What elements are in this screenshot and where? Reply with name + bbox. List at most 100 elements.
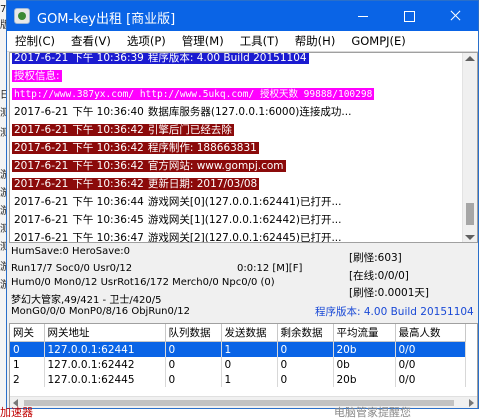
log-line: 2017-6-21 下午 10:36:45 游戏网关[1](127.0.0.1:62… <box>12 211 465 229</box>
log-timestamp: 2017-6-21 <box>14 196 69 208</box>
log-line: 2017-6-21 下午 10:36:42 程序制作: 188663831 <box>12 139 465 157</box>
log-line: 2017-6-21 下午 10:36:42 官方网站: www.gompj.com <box>12 157 465 175</box>
table-row[interactable]: 1 127.0.0.1:62442 0 0 0 0b 0/0 <box>10 357 466 372</box>
col-remaining[interactable]: 剩余数据 <box>277 324 334 342</box>
table-cell: 1 <box>10 357 45 372</box>
log-time: 下午 10:36:42 <box>72 178 144 190</box>
table-cell: 20b <box>333 372 396 387</box>
log-timestamp: 2017-6-21 <box>14 178 69 190</box>
title-bar[interactable]: GOM-key出租 [商业版] <box>7 1 478 31</box>
grid-header-row: 网关 网关地址 队列数据 发送数据 剩余数据 平均流量 最高人数 <box>10 324 466 342</box>
status-manager: 梦幻大管家,49/421 - 卫士/420/5 <box>11 295 162 306</box>
table-row[interactable]: 2 127.0.0.1:62445 0 1 0 20b 0/0 <box>10 372 466 387</box>
log-message: 官方网站: www.gompj.com <box>147 160 284 172</box>
log-message: http://www.387yx.com/ http://www.5ukq.co… <box>14 89 373 100</box>
log-timestamp: 2017-6-21 <box>14 214 69 226</box>
menu-manage[interactable]: 管理(M) <box>174 31 232 51</box>
table-cell: 2 <box>10 372 45 387</box>
scroll-right-icon[interactable] <box>469 399 474 407</box>
log-line-content: 2017-6-21 下午 10:36:39 程序版本: 4.00 Build 201… <box>12 52 309 64</box>
table-cell: 0 <box>277 372 334 387</box>
log-time: 下午 10:36:45 <box>72 214 144 226</box>
status-run: Run17/7 Soc0/0 Usr0/12 <box>11 263 133 274</box>
log-line-content: 2017-6-21 下午 10:36:42 官方网站: www.gompj.com <box>12 160 286 172</box>
log-line: 2017-6-21 下午 10:36:42 更新日期: 2017/03/08 <box>12 175 465 193</box>
table-cell: 0 <box>165 372 222 387</box>
menu-tools[interactable]: 工具(T) <box>232 31 287 51</box>
log-time: 下午 10:36:44 <box>72 196 144 208</box>
window-title: GOM-key出租 [商业版] <box>37 12 176 27</box>
log-time: 下午 10:36:47 <box>72 232 144 243</box>
menu-control[interactable]: 控制(C) <box>7 31 63 51</box>
table-cell: 0/0 <box>395 341 466 357</box>
log-line: http://www.387yx.com/ http://www.5ukq.co… <box>12 85 465 103</box>
log-scroll-thumb[interactable] <box>466 203 474 225</box>
table-cell: 127.0.0.1:62445 <box>44 372 166 387</box>
log-message: 程序制作: 188663831 <box>147 142 257 154</box>
menu-options[interactable]: 选项(P) <box>119 31 174 51</box>
log-line-content: 2017-6-21 下午 10:36:42 程序制作: 188663831 <box>12 142 259 154</box>
status-version: 程序版本: 4.00 Build 20151104 <box>315 306 474 318</box>
minimize-button[interactable] <box>340 1 386 31</box>
col-address[interactable]: 网关地址 <box>44 324 166 342</box>
col-avg-traffic[interactable]: 平均流量 <box>333 324 396 342</box>
menu-bar: 控制(C) 查看(V) 选项(P) 管理(M) 工具(T) 帮助(H) GOMP… <box>7 31 478 52</box>
gateway-grid[interactable]: 网关 网关地址 队列数据 发送数据 剩余数据 平均流量 最高人数 0 127.0.… <box>9 323 478 408</box>
log-message: 引擎后门已经去除 <box>147 124 232 136</box>
table-cell: 127.0.0.1:62442 <box>44 357 166 372</box>
log-scrollbar[interactable] <box>462 53 477 242</box>
table-cell: 0b <box>333 357 396 372</box>
log-timestamp: 2017-6-21 <box>14 160 69 172</box>
close-button[interactable] <box>432 1 478 31</box>
log-time: 下午 10:36:39 <box>72 52 144 64</box>
log-line-content: 2017-6-21 下午 10:36:47 游戏网关[2](127.0.0.1:62… <box>12 232 343 243</box>
log-lines: 2017-6-21 下午 10:36:39 程序版本: 4.00 Build 201… <box>12 52 465 243</box>
table-cell: 0 <box>10 341 45 357</box>
log-time: 下午 10:36:40 <box>72 106 144 118</box>
table-cell: 0 <box>165 357 222 372</box>
menu-gompj[interactable]: GOMPJ(E) <box>343 31 413 51</box>
log-line: 2017-6-21 下午 10:36:42 引擎后门已经去除 <box>12 121 465 139</box>
table-cell: 20b <box>333 341 396 357</box>
col-sent[interactable]: 发送数据 <box>221 324 278 342</box>
log-timestamp: 2017-6-21 <box>14 52 69 64</box>
table-cell: 1 <box>221 372 278 387</box>
log-message: 游戏网关[0](127.0.0.1:62441)已打开... <box>147 196 342 208</box>
col-queue[interactable]: 队列数据 <box>165 324 222 342</box>
log-timestamp: 2017-6-21 <box>14 106 69 118</box>
table-cell: 0/0 <box>395 357 466 372</box>
log-line: 2017-6-21 下午 10:36:44 游戏网关[0](127.0.0.1:62… <box>12 193 465 211</box>
menu-view[interactable]: 查看(V) <box>63 31 119 51</box>
log-message: 更新日期: 2017/03/08 <box>147 178 258 190</box>
scroll-down-icon[interactable] <box>465 235 475 240</box>
log-message: 程序版本: 4.00 Build 20151104 <box>147 52 307 64</box>
log-message: 数据库服务器(127.0.0.1:6000)连接成功... <box>147 106 352 118</box>
gateway-table: 网关 网关地址 队列数据 发送数据 剩余数据 平均流量 最高人数 0 127.0.… <box>10 324 466 387</box>
log-timestamp: 2017-6-21 <box>14 142 69 154</box>
col-max-users[interactable]: 最高人数 <box>395 324 466 342</box>
log-line: 授权信息: <box>12 67 465 85</box>
menu-help[interactable]: 帮助(H) <box>287 31 344 51</box>
log-timestamp: 2017-6-21 <box>14 232 69 243</box>
log-line-content: http://www.387yx.com/ http://www.5ukq.co… <box>12 88 375 100</box>
background-right-strip <box>478 0 487 417</box>
status-brush: [刷怪:0.0001天] <box>349 287 429 299</box>
log-message: 游戏网关[2](127.0.0.1:62445)已打开... <box>147 232 342 243</box>
scroll-up-icon[interactable] <box>465 56 475 61</box>
status-panel: HumSave:0 HeroSave:0 Run17/7 Soc0/0 Usr0… <box>9 246 478 321</box>
maximize-button[interactable] <box>386 1 432 31</box>
app-icon <box>14 8 30 24</box>
log-panel[interactable]: 2017-6-21 下午 10:36:39 程序版本: 4.00 Build 201… <box>9 52 478 243</box>
log-line-content: 2017-6-21 下午 10:36:45 游戏网关[1](127.0.0.1:62… <box>12 214 343 226</box>
table-row[interactable]: 0 127.0.0.1:62441 0 1 0 20b 0/0 <box>10 341 466 357</box>
status-mon: MonG0/0/0 MonP0/8/16 ObjRun0/12 <box>11 306 190 317</box>
background-bottom-strip <box>0 409 487 417</box>
log-line: 2017-6-21 下午 10:36:40 数据库服务器(127.0.0.1:600… <box>12 103 465 121</box>
main-window: GOM-key出租 [商业版] 控制(C) 查看(V) 选项(P) 管理(M) … <box>6 0 479 409</box>
table-cell: 0 <box>277 357 334 372</box>
col-gateway[interactable]: 网关 <box>10 324 45 342</box>
log-line: 2017-6-21 下午 10:36:39 程序版本: 4.00 Build 201… <box>12 52 465 67</box>
status-timer: 0:0:12 [M][F] <box>237 263 303 274</box>
status-refresh: [刷怪:603] <box>349 252 402 264</box>
log-line-content: 2017-6-21 下午 10:36:42 更新日期: 2017/03/08 <box>12 178 260 190</box>
